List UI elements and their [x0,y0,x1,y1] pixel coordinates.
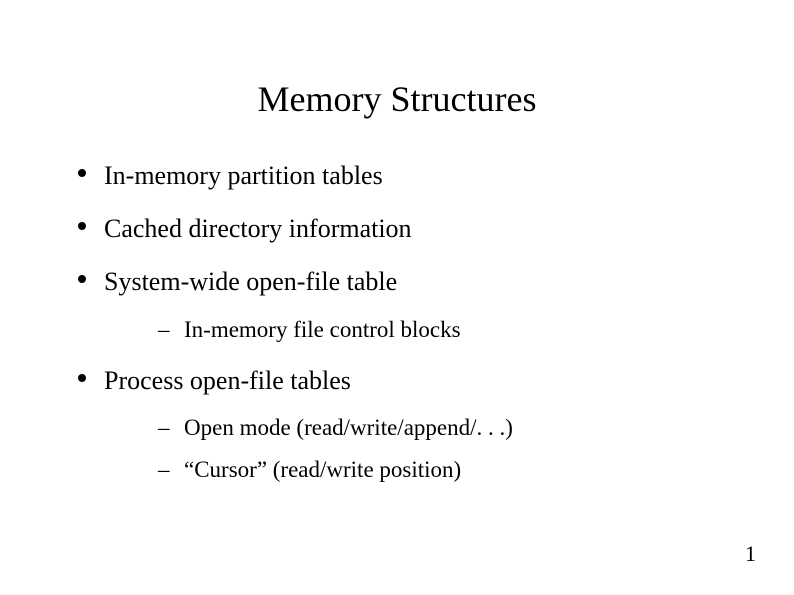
sub-bullet-item: – “Cursor” (read/write position) [130,456,734,484]
slide-title: Memory Structures [0,0,794,150]
bullet-icon [78,169,86,177]
bullet-icon [78,275,86,283]
bullet-text: In-memory partition tables [104,161,383,190]
bullet-icon [78,374,86,382]
bullet-text: Cached directory information [104,214,412,243]
sub-bullet-item: – In-memory file control blocks [130,316,734,344]
bullet-item: In-memory partition tables [78,160,734,191]
bullet-item: System-wide open-file table – In-memory … [78,266,734,343]
sub-bullet-text: Open mode (read/write/append/. . .) [184,415,513,440]
bullet-text: Process open-file tables [104,366,351,395]
sub-bullet-text: “Cursor” (read/write position) [184,457,461,482]
bullet-text: System-wide open-file table [104,267,397,296]
slide-content: In-memory partition tables Cached direct… [0,150,794,484]
sub-bullet-item: – Open mode (read/write/append/. . .) [130,414,734,442]
slide: Memory Structures In-memory partition ta… [0,0,794,595]
bullet-item: Cached directory information [78,213,734,244]
page-number: 1 [745,541,756,567]
dash-icon: – [158,414,170,442]
sub-bullet-text: In-memory file control blocks [184,317,461,342]
sub-list: – In-memory file control blocks [104,316,734,344]
bullet-icon [78,222,86,230]
sub-list: – Open mode (read/write/append/. . .) – … [104,414,734,483]
bullet-item: Process open-file tables – Open mode (re… [78,365,734,483]
dash-icon: – [158,456,170,484]
dash-icon: – [158,316,170,344]
